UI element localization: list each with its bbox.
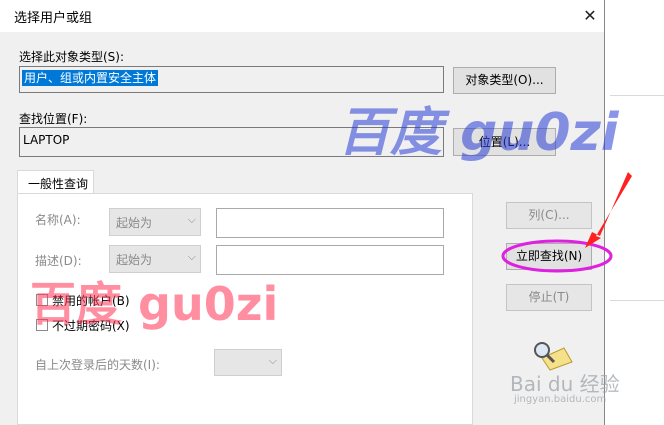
highlight-ellipse — [501, 239, 613, 273]
watermark-red: 百度 gu0zi — [30, 277, 279, 331]
watermark-blue: 百度 gu0zi — [338, 103, 619, 163]
watermark-baidu-sub: jingyan.baidu.com — [514, 394, 607, 405]
annotation-overlay — [501, 172, 632, 273]
arrow-icon — [585, 172, 632, 248]
watermark-baidu: Bai du 经验 — [510, 372, 620, 396]
